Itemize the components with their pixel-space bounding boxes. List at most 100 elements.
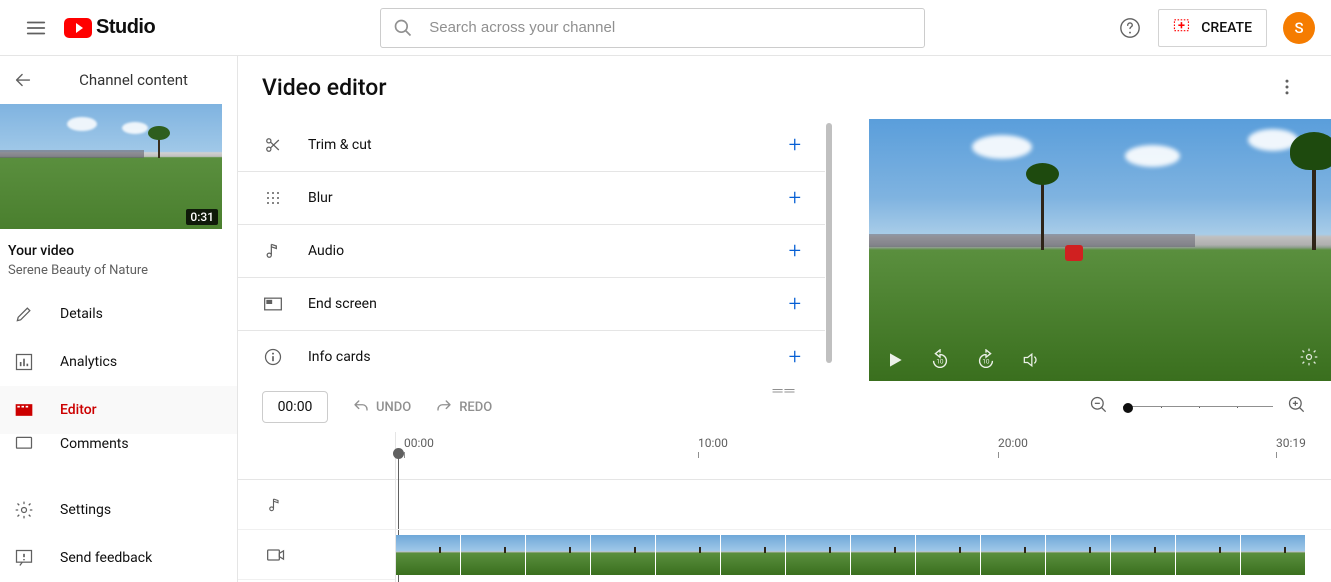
- scissors-icon: [262, 135, 284, 155]
- add-blur-icon[interactable]: +: [789, 186, 801, 211]
- zoom-controls: [1089, 395, 1307, 419]
- audio-track-header[interactable]: [238, 480, 395, 530]
- undo-label: UNDO: [376, 400, 411, 415]
- frame: [721, 535, 785, 575]
- frame: [1176, 535, 1240, 575]
- current-time-input[interactable]: 00:00: [262, 391, 328, 423]
- volume-icon[interactable]: [1021, 350, 1041, 370]
- page-titlebar: Video editor: [238, 56, 1331, 118]
- tool-infocards[interactable]: Info cards +: [238, 331, 825, 382]
- play-icon[interactable]: [885, 350, 905, 370]
- frame: [1046, 535, 1110, 575]
- more-options-icon[interactable]: [1267, 67, 1307, 107]
- frame: [1241, 535, 1305, 575]
- search-input[interactable]: [429, 19, 912, 36]
- drag-handle-icon[interactable]: ══: [773, 382, 797, 399]
- preview-panel: 10 10: [833, 119, 1331, 382]
- add-trim-icon[interactable]: +: [789, 133, 801, 158]
- tool-trim[interactable]: Trim & cut +: [238, 119, 825, 172]
- editor-body: Trim & cut + Blur + Audio +: [238, 118, 1331, 382]
- nav-label: Send feedback: [60, 550, 152, 566]
- rewind-10-icon[interactable]: 10: [929, 349, 951, 371]
- tool-blur[interactable]: Blur +: [238, 172, 825, 225]
- undo-button[interactable]: UNDO: [352, 398, 411, 416]
- page-title: Video editor: [262, 74, 386, 101]
- frame: [1111, 535, 1175, 575]
- zoom-slider[interactable]: [1123, 406, 1273, 408]
- back-label: Channel content: [54, 71, 213, 89]
- nav-label: Details: [60, 306, 103, 322]
- svg-text:10: 10: [982, 358, 990, 366]
- ruler-tick: 30:19: [1276, 436, 1306, 450]
- blur-icon: [262, 188, 284, 208]
- youtube-studio-logo[interactable]: Studio: [64, 16, 155, 39]
- forward-10-icon[interactable]: 10: [975, 349, 997, 371]
- video-track[interactable]: [396, 535, 1331, 582]
- menu-icon[interactable]: [16, 8, 56, 48]
- video-track-header[interactable]: [238, 530, 395, 580]
- ruler-tick: 20:00: [998, 436, 1028, 450]
- tool-label: Audio: [308, 243, 765, 259]
- avatar[interactable]: S: [1283, 12, 1315, 44]
- create-button[interactable]: CREATE: [1158, 9, 1267, 47]
- zoom-in-icon[interactable]: [1287, 395, 1307, 419]
- video-meta-heading: Your video: [8, 243, 229, 259]
- tools-scrollbar[interactable]: [825, 123, 833, 363]
- redo-button[interactable]: REDO: [435, 398, 492, 416]
- timeline-toolbar: ══ 00:00 UNDO REDO: [238, 382, 1331, 432]
- header-actions: CREATE S: [1110, 8, 1315, 48]
- create-plus-icon: [1173, 19, 1193, 37]
- undo-icon: [352, 398, 370, 416]
- video-frames: [396, 535, 1331, 575]
- tool-label: Trim & cut: [308, 137, 765, 153]
- frame: [656, 535, 720, 575]
- timeline: 00:00 10:00 20:00 30:19: [238, 432, 1331, 582]
- tool-label: Blur: [308, 190, 765, 206]
- zoom-out-icon[interactable]: [1089, 395, 1109, 419]
- logo-text: Studio: [96, 16, 155, 39]
- nav-label: Analytics: [60, 354, 117, 370]
- back-to-channel[interactable]: Channel content: [0, 56, 237, 104]
- feedback-icon: [12, 548, 36, 568]
- tool-endscreen[interactable]: End screen +: [238, 278, 825, 331]
- tools-panel: Trim & cut + Blur + Audio +: [238, 119, 833, 382]
- youtube-play-icon: [64, 18, 92, 38]
- endscreen-icon: [262, 296, 284, 312]
- frame: [916, 535, 980, 575]
- video-thumbnail[interactable]: 0:31: [0, 104, 222, 229]
- tool-label: End screen: [308, 296, 765, 312]
- nav-analytics[interactable]: Analytics: [0, 338, 237, 386]
- nav-feedback[interactable]: Send feedback: [0, 534, 237, 582]
- timeline-content[interactable]: 00:00 10:00 20:00 30:19: [396, 432, 1331, 582]
- sidebar-nav: Details Analytics Editor Comments: [0, 290, 237, 486]
- timeline-left-column: [238, 432, 396, 582]
- frame: [461, 535, 525, 575]
- timeline-ruler[interactable]: 00:00 10:00 20:00 30:19: [396, 432, 1331, 480]
- editor-icon: [12, 400, 36, 420]
- comments-icon: [12, 434, 36, 454]
- arrow-left-icon: [12, 69, 34, 91]
- add-infocards-icon[interactable]: +: [789, 345, 801, 370]
- help-icon[interactable]: [1110, 8, 1150, 48]
- sidebar-bottom: Settings Send feedback: [0, 486, 237, 582]
- nav-label: Comments: [60, 436, 129, 452]
- search-box[interactable]: [380, 8, 925, 48]
- nav-label: Editor: [60, 402, 97, 418]
- audio-track[interactable]: [396, 480, 1331, 530]
- video-preview[interactable]: 10 10: [869, 119, 1331, 381]
- nav-details[interactable]: Details: [0, 290, 237, 338]
- add-audio-icon[interactable]: +: [789, 239, 801, 264]
- redo-label: REDO: [459, 400, 492, 415]
- thumbnail-duration: 0:31: [186, 209, 218, 225]
- sidebar: Channel content 0:31 Your video Serene B…: [0, 56, 238, 582]
- info-icon: [262, 347, 284, 367]
- add-endscreen-icon[interactable]: +: [789, 292, 801, 317]
- nav-comments[interactable]: Comments: [0, 434, 237, 454]
- frame: [526, 535, 590, 575]
- nav-editor[interactable]: Editor: [0, 386, 237, 434]
- nav-settings[interactable]: Settings: [0, 486, 237, 534]
- preview-settings-icon[interactable]: [1299, 347, 1319, 371]
- analytics-icon: [12, 352, 36, 372]
- tool-audio[interactable]: Audio +: [238, 225, 825, 278]
- app-header: Studio CREATE S: [0, 0, 1331, 56]
